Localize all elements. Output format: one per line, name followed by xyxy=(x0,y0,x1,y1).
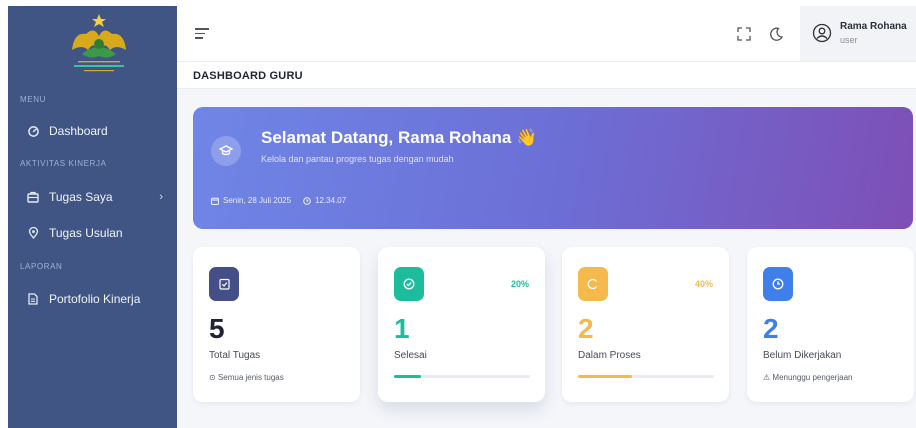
sidebar-section-menu: MENU xyxy=(20,95,46,104)
user-avatar-icon xyxy=(812,23,832,43)
stat-note: ⊙ Semua jenis tugas xyxy=(209,373,284,382)
sidebar-section-laporan: LAPORAN xyxy=(20,262,63,271)
fullscreen-icon[interactable] xyxy=(735,25,753,43)
graduation-cap-icon xyxy=(211,136,241,166)
clipboard-check-icon xyxy=(209,267,239,301)
welcome-subtitle: Kelola dan pantau progres tugas dengan m… xyxy=(261,154,454,164)
current-date: Senin, 28 Juli 2025 xyxy=(223,196,292,205)
user-menu[interactable]: Rama Rohana user xyxy=(800,6,916,61)
sidebar-item-tugas-saya[interactable]: Tugas Saya › xyxy=(8,182,177,212)
stat-value: 5 xyxy=(209,313,225,344)
clock-icon xyxy=(763,267,793,301)
check-circle-icon xyxy=(394,267,424,301)
chevron-right-icon: › xyxy=(159,191,163,203)
stat-label: Selesai xyxy=(394,350,427,361)
location-pin-icon xyxy=(26,226,40,240)
stat-card-proses: 40% 2 Dalam Proses xyxy=(562,247,729,402)
sidebar-item-dashboard[interactable]: Dashboard xyxy=(8,116,177,146)
user-role: user xyxy=(840,35,858,45)
sidebar-item-portofolio[interactable]: Portofolio Kinerja xyxy=(8,284,177,314)
sidebar: MENU Dashboard AKTIVITAS KINERJA Tugas S… xyxy=(8,6,177,428)
document-icon xyxy=(26,292,40,306)
page-title-bar: DASHBOARD GURU xyxy=(177,61,916,89)
calendar-icon xyxy=(211,197,219,205)
sidebar-item-tugas-usulan[interactable]: Tugas Usulan xyxy=(8,218,177,248)
stat-percent: 40% xyxy=(694,279,713,289)
progress-fill xyxy=(578,375,633,378)
clock-small-icon xyxy=(303,196,311,205)
page-title: DASHBOARD GURU xyxy=(193,70,303,82)
welcome-banner: Selamat Datang, Rama Rohana 👋 Kelola dan… xyxy=(193,107,913,229)
stat-note: ⚠ Menunggu pengerjaan xyxy=(763,373,853,382)
dashboard-icon xyxy=(26,124,40,138)
moon-icon[interactable] xyxy=(767,25,785,43)
stat-value: 1 xyxy=(394,313,410,344)
stat-card-total: 5 Total Tugas ⊙ Semua jenis tugas xyxy=(193,247,360,402)
sidebar-item-label: Tugas Saya xyxy=(49,190,113,204)
info-circle-icon: ⊙ xyxy=(209,373,218,382)
topbar: Rama Rohana user xyxy=(177,6,916,61)
main-content: Selamat Datang, Rama Rohana 👋 Kelola dan… xyxy=(177,89,916,428)
stat-label: Dalam Proses xyxy=(578,350,641,361)
progress-bar xyxy=(578,375,714,378)
briefcase-icon xyxy=(26,190,40,204)
sidebar-section-aktivitas: AKTIVITAS KINERJA xyxy=(20,159,107,168)
date-time-row: Senin, 28 Juli 2025 12.34.07 xyxy=(211,196,346,205)
stat-label: Belum Dikerjakan xyxy=(763,350,842,361)
stat-value: 2 xyxy=(578,313,594,344)
progress-bar xyxy=(394,375,530,378)
school-logo xyxy=(72,14,126,72)
sidebar-item-label: Dashboard xyxy=(49,124,108,138)
welcome-title: Selamat Datang, Rama Rohana 👋 xyxy=(261,128,538,147)
current-time: 12.34.07 xyxy=(315,196,347,205)
menu-icon[interactable] xyxy=(195,28,209,40)
spinner-icon xyxy=(578,267,608,301)
progress-fill xyxy=(394,375,422,378)
warning-icon: ⚠ xyxy=(763,373,773,382)
sidebar-item-label: Tugas Usulan xyxy=(49,226,123,240)
stat-value: 2 xyxy=(763,313,779,344)
stat-label: Total Tugas xyxy=(209,350,261,361)
user-name: Rama Rohana xyxy=(840,21,907,32)
stat-card-selesai: 20% 1 Selesai xyxy=(378,247,545,402)
stat-card-belum: 2 Belum Dikerjakan ⚠ Menunggu pengerjaan xyxy=(747,247,914,402)
sidebar-item-label: Portofolio Kinerja xyxy=(49,292,141,306)
stat-percent: 20% xyxy=(510,279,529,289)
